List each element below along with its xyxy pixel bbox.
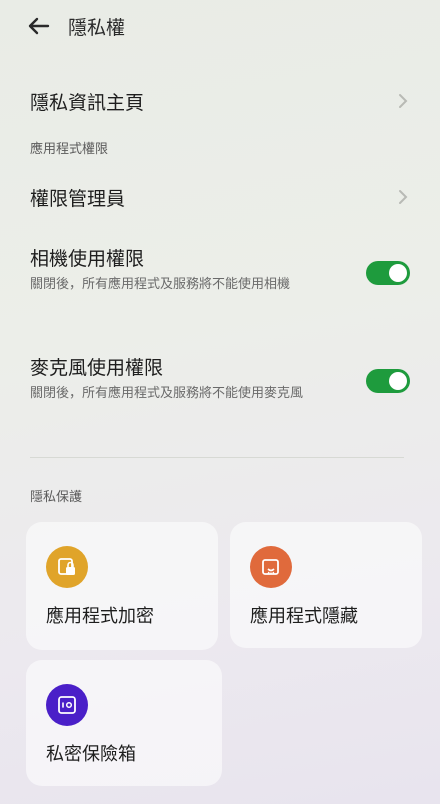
chevron-right-icon (396, 188, 410, 206)
app-hide-label: 應用程式隱藏 (250, 606, 358, 627)
app-lock-icon (46, 546, 88, 588)
section-app-permissions: 應用程式權限 (30, 142, 109, 157)
camera-permission-label: 相機使用權限 (30, 248, 145, 270)
app-lock-card[interactable]: 應用程式加密 (26, 522, 218, 650)
app-hide-card[interactable]: 應用程式隱藏 (230, 522, 422, 648)
privacy-home-row[interactable]: 隱私資訊主頁 (0, 86, 440, 116)
permission-manager-row[interactable]: 權限管理員 (0, 182, 440, 212)
camera-permission-desc: 關閉後，所有應用程式及服務將不能使用相機 (30, 277, 291, 292)
toggle-knob (389, 372, 407, 390)
page-title: 隱私權 (68, 17, 126, 39)
divider (30, 457, 404, 458)
microphone-permission-row: 麥克風使用權限 關閉後，所有應用程式及服務將不能使用麥克風 (0, 353, 440, 433)
section-privacy-protection: 隱私保護 (30, 490, 83, 505)
privacy-home-label: 隱私資訊主頁 (30, 92, 145, 114)
microphone-permission-toggle[interactable] (366, 369, 410, 393)
private-safe-label: 私密保險箱 (46, 744, 136, 765)
microphone-permission-label: 麥克風使用權限 (30, 357, 164, 379)
camera-permission-toggle[interactable] (366, 261, 410, 285)
safe-icon (46, 684, 88, 726)
back-arrow-icon[interactable] (24, 12, 52, 40)
private-safe-card[interactable]: 私密保險箱 (26, 660, 222, 786)
app-lock-label: 應用程式加密 (46, 606, 154, 627)
camera-permission-row: 相機使用權限 關閉後，所有應用程式及服務將不能使用相機 (0, 244, 440, 324)
toggle-knob (389, 264, 407, 282)
app-hide-icon (250, 546, 292, 588)
permission-manager-label: 權限管理員 (30, 188, 126, 210)
microphone-permission-desc: 關閉後，所有應用程式及服務將不能使用麥克風 (30, 386, 304, 401)
app-bar: 隱私權 (0, 0, 440, 52)
chevron-right-icon (396, 92, 410, 110)
